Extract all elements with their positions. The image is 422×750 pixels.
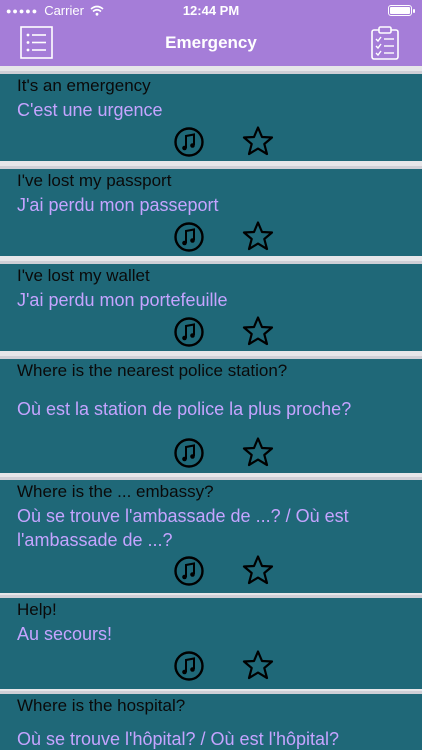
- play-audio-button[interactable]: [173, 316, 205, 348]
- phrase-french: Au secours!: [17, 624, 113, 644]
- music-note-icon: [174, 127, 204, 157]
- play-audio-button[interactable]: [173, 555, 205, 587]
- phrase-english: Where is the hospital?: [17, 696, 186, 715]
- favorite-button[interactable]: [242, 436, 274, 468]
- phrase-english: It's an emergency: [17, 76, 151, 95]
- phrase-card[interactable]: I've lost my wallet J'ai perdu mon porte…: [0, 261, 422, 351]
- clipboard-button[interactable]: [370, 26, 400, 60]
- music-note-icon: [174, 438, 204, 468]
- phrase-english: Where is the nearest police station?: [17, 361, 288, 380]
- battery-icon: [388, 5, 415, 16]
- phrase-french: Où se trouve l'hôpital? / Où est l'hôpit…: [17, 729, 340, 749]
- phrase-card[interactable]: Where is the hospital? Où se trouve l'hô…: [0, 691, 422, 750]
- phrase-card[interactable]: Where is the ... embassy? Où se trouve l…: [0, 477, 422, 593]
- phrase-french: Où est la station de police la plus proc…: [17, 399, 352, 419]
- phrase-english: Help!: [17, 600, 57, 619]
- favorite-button[interactable]: [242, 649, 274, 681]
- clipboard-icon: [371, 26, 399, 60]
- phrase-english: I've lost my wallet: [17, 266, 150, 285]
- star-icon: [242, 316, 274, 346]
- star-icon: [242, 437, 274, 467]
- status-time: 12:44 PM: [182, 3, 240, 18]
- music-note-icon: [174, 556, 204, 586]
- page-title: Emergency: [165, 33, 257, 52]
- music-note-icon: [174, 222, 204, 252]
- star-icon: [242, 221, 274, 251]
- phrase-french: C'est une urgence: [17, 100, 163, 120]
- phrase-french: J'ai perdu mon passeport: [17, 195, 219, 215]
- play-audio-button[interactable]: [173, 221, 205, 253]
- play-audio-button[interactable]: [173, 437, 205, 469]
- music-note-icon: [174, 317, 204, 347]
- phrase-card[interactable]: Where is the nearest police station? Où …: [0, 356, 422, 473]
- phrase-card[interactable]: I've lost my passport J'ai perdu mon pas…: [0, 166, 422, 256]
- phrase-french: Où se trouve l'ambassade de ...? / Où es…: [17, 506, 349, 550]
- favorite-button[interactable]: [242, 315, 274, 347]
- star-icon: [242, 555, 274, 585]
- favorite-button[interactable]: [242, 220, 274, 252]
- status-bar: ●●●●● Carrier 12:44 PM: [0, 0, 422, 22]
- favorite-button[interactable]: [242, 125, 274, 157]
- star-icon: [242, 126, 274, 156]
- play-audio-button[interactable]: [173, 650, 205, 682]
- phrase-english: Where is the ... embassy?: [17, 482, 214, 501]
- music-note-icon: [174, 651, 204, 681]
- play-audio-button[interactable]: [173, 126, 205, 158]
- star-icon: [242, 650, 274, 680]
- phrase-french: J'ai perdu mon portefeuille: [17, 290, 228, 310]
- phrase-english: I've lost my passport: [17, 171, 172, 190]
- phrase-card[interactable]: Help! Au secours!: [0, 595, 422, 689]
- navigation-header: ●●●●● Carrier 12:44 PM Emergency: [0, 0, 422, 66]
- favorite-button[interactable]: [242, 554, 274, 586]
- phrase-card[interactable]: It's an emergency C'est une urgence: [0, 71, 422, 161]
